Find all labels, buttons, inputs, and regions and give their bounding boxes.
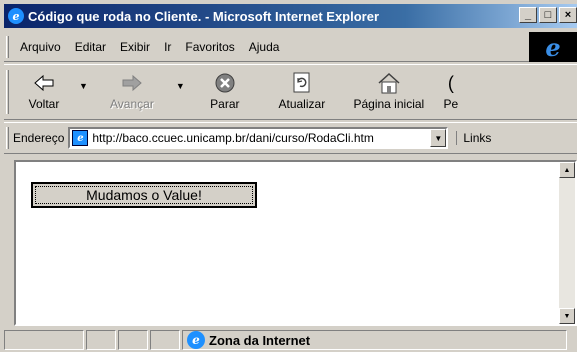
back-label: Voltar bbox=[28, 97, 60, 111]
stop-icon bbox=[214, 71, 236, 95]
value-button[interactable]: Mudamos o Value! bbox=[31, 182, 257, 208]
address-input[interactable]: e http://baco.ccuec.unicamp.br/dani/curs… bbox=[68, 127, 449, 149]
minimize-button[interactable]: _ bbox=[519, 7, 537, 23]
menu-arquivo[interactable]: Arquivo bbox=[13, 40, 68, 54]
menu-ir[interactable]: Ir bbox=[157, 40, 178, 54]
standard-toolbar: Voltar ▼ Avançar ▼ Parar Atualizar Págin… bbox=[4, 64, 577, 120]
stop-button[interactable]: Parar bbox=[189, 65, 261, 119]
address-dropdown-icon[interactable]: ▼ bbox=[430, 129, 447, 147]
forward-label: Avançar bbox=[110, 97, 154, 111]
address-label: Endereço bbox=[13, 131, 65, 145]
title-bar[interactable]: e Código que roda no Cliente. - Microsof… bbox=[4, 4, 577, 28]
menu-editar[interactable]: Editar bbox=[68, 40, 113, 54]
refresh-button[interactable]: Atualizar bbox=[261, 65, 343, 119]
browser-window: e Código que roda no Cliente. - Microsof… bbox=[0, 0, 577, 352]
scroll-down-icon[interactable]: ▼ bbox=[559, 308, 575, 324]
search-icon: ( bbox=[447, 72, 454, 93]
menu-favoritos[interactable]: Favoritos bbox=[178, 40, 241, 54]
status-pane bbox=[4, 330, 84, 350]
scroll-up-icon[interactable]: ▲ bbox=[559, 162, 575, 178]
vertical-scrollbar[interactable]: ▲ ▼ bbox=[559, 162, 575, 324]
toolbar-grip[interactable] bbox=[6, 127, 9, 149]
home-button[interactable]: Página inicial bbox=[343, 65, 435, 119]
back-arrow-icon bbox=[33, 71, 55, 95]
forward-arrow-icon bbox=[121, 71, 143, 95]
address-url[interactable]: http://baco.ccuec.unicamp.br/dani/curso/… bbox=[92, 131, 373, 145]
home-icon bbox=[377, 71, 401, 95]
security-zone: e Zona da Internet bbox=[182, 330, 567, 350]
internet-zone-icon: e bbox=[187, 331, 205, 349]
status-pane bbox=[118, 330, 148, 350]
ie-icon: e bbox=[8, 8, 24, 24]
page-icon: e bbox=[72, 130, 89, 146]
refresh-icon bbox=[292, 71, 312, 95]
forward-button[interactable]: Avançar bbox=[92, 65, 172, 119]
forward-dropdown-icon[interactable]: ▼ bbox=[172, 81, 189, 91]
status-bar: e Zona da Internet bbox=[4, 328, 577, 352]
page-content: Mudamos o Value! ▲ ▼ bbox=[14, 160, 577, 326]
status-pane bbox=[86, 330, 116, 350]
back-button[interactable]: Voltar bbox=[13, 65, 75, 119]
close-button[interactable]: × bbox=[559, 7, 577, 23]
zone-label: Zona da Internet bbox=[209, 332, 311, 348]
refresh-label: Atualizar bbox=[278, 97, 326, 111]
window-title: Código que roda no Cliente. - Microsoft … bbox=[28, 8, 380, 24]
menu-bar: Arquivo Editar Exibir Ir Favoritos Ajuda… bbox=[4, 32, 577, 62]
toolbar-grip[interactable] bbox=[6, 35, 9, 58]
address-bar: Endereço e http://baco.ccuec.unicamp.br/… bbox=[4, 122, 577, 154]
home-label: Página inicial bbox=[353, 97, 425, 111]
status-pane bbox=[150, 330, 180, 350]
menu-ajuda[interactable]: Ajuda bbox=[242, 40, 287, 54]
ie-throbber-icon: e bbox=[529, 32, 577, 62]
links-button[interactable]: Links bbox=[456, 131, 491, 145]
search-label: Pe bbox=[443, 97, 459, 111]
toolbar-grip[interactable] bbox=[6, 70, 9, 114]
stop-label: Parar bbox=[210, 97, 240, 111]
menu-exibir[interactable]: Exibir bbox=[113, 40, 157, 54]
back-dropdown-icon[interactable]: ▼ bbox=[75, 81, 92, 91]
window-controls: _ □ × bbox=[519, 7, 577, 23]
value-button-label: Mudamos o Value! bbox=[35, 186, 253, 204]
maximize-button[interactable]: □ bbox=[539, 7, 557, 23]
search-button[interactable]: ( Pe bbox=[435, 65, 467, 119]
